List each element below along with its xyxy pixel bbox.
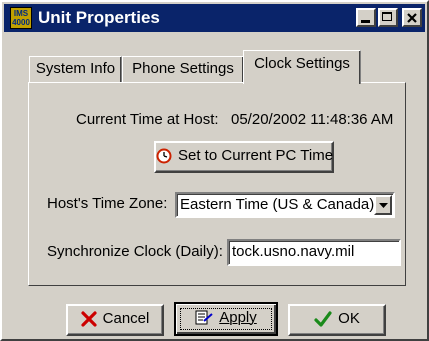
timezone-label: Host's Time Zone: <box>47 195 168 212</box>
close-icon <box>407 13 417 23</box>
clock-icon <box>156 148 172 164</box>
tab-phone-settings[interactable]: Phone Settings <box>122 56 244 82</box>
current-time-value: 05/20/2002 11:48:36 AM <box>231 111 394 128</box>
maximize-icon <box>382 12 392 21</box>
app-icon[interactable]: IMS 4000 <box>10 7 32 29</box>
timezone-dropdown-button[interactable] <box>374 195 392 215</box>
close-button[interactable] <box>402 8 422 27</box>
title-bar[interactable]: IMS 4000 Unit Properties <box>4 4 425 32</box>
apply-button[interactable]: Apply <box>174 302 278 336</box>
focus-rectangle <box>180 308 272 330</box>
timezone-value: Eastern Time (US & Canada) <box>180 196 375 213</box>
timezone-select[interactable]: Eastern Time (US & Canada) <box>175 192 395 218</box>
set-to-current-pc-time-button[interactable]: Set to Current PC Time <box>154 141 334 173</box>
window-title: Unit Properties <box>38 8 160 27</box>
sync-server-input[interactable]: tock.usno.navy.mil <box>227 239 401 266</box>
minimize-icon <box>361 20 370 23</box>
sync-clock-label: Synchronize Clock (Daily): <box>47 243 223 260</box>
maximize-button[interactable] <box>378 8 398 27</box>
checkmark-icon <box>314 311 332 327</box>
cancel-x-icon <box>81 311 97 327</box>
cancel-button[interactable]: Cancel <box>66 304 164 336</box>
minimize-button[interactable] <box>356 8 376 27</box>
current-time-label: Current Time at Host: <box>76 111 219 128</box>
chevron-down-icon <box>379 203 388 208</box>
ok-button[interactable]: OK <box>288 304 386 336</box>
tab-system-info[interactable]: System Info <box>29 56 122 82</box>
unit-properties-window: IMS 4000 Unit Properties System Info Pho… <box>0 0 429 341</box>
tab-clock-settings[interactable]: Clock Settings <box>243 50 361 84</box>
